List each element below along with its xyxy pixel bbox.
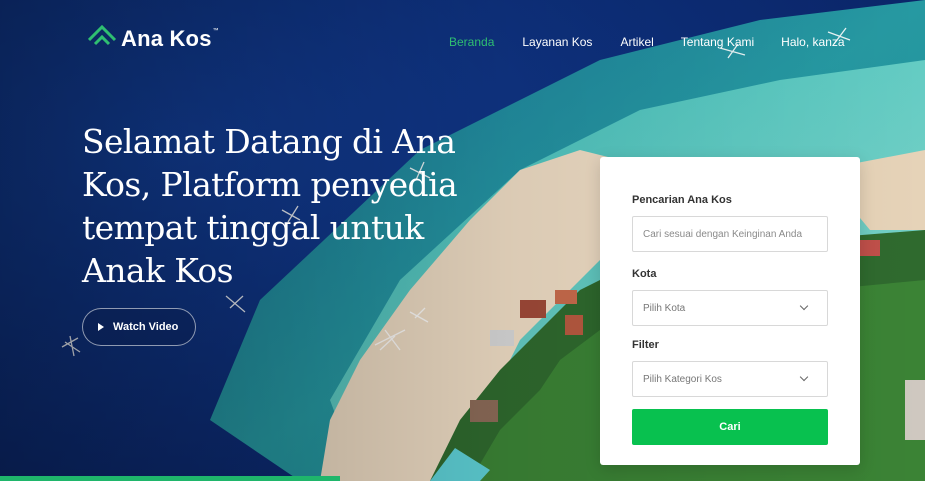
search-submit-button[interactable]: Cari: [632, 409, 828, 445]
search-input[interactable]: [643, 228, 817, 240]
chevron-down-icon: [799, 301, 809, 311]
bottom-accent-bar: [0, 476, 340, 481]
nav-layanan-kos[interactable]: Layanan Kos: [522, 34, 592, 50]
city-select-value: Pilih Kota: [643, 302, 686, 314]
nav-beranda[interactable]: Beranda: [449, 34, 494, 50]
main-nav: Beranda Layanan Kos Artikel Tentang Kami…: [449, 34, 845, 50]
brand-name: Ana Kos: [121, 26, 212, 51]
brand-logo[interactable]: Ana Kos ™: [88, 24, 219, 52]
filter-select[interactable]: Pilih Kategori Kos: [632, 361, 828, 397]
nav-user-greeting[interactable]: Halo, kanza: [781, 34, 844, 50]
city-select[interactable]: Pilih Kota: [632, 290, 828, 326]
filter-label: Filter: [632, 339, 659, 351]
nav-tentang-kami[interactable]: Tentang Kami: [681, 34, 754, 50]
nav-artikel[interactable]: Artikel: [620, 34, 653, 50]
filter-select-value: Pilih Kategori Kos: [643, 373, 722, 385]
watch-video-label: Watch Video: [113, 321, 179, 333]
search-field-wrapper: [632, 216, 828, 252]
play-icon: [98, 323, 104, 331]
search-card: Pencarian Ana Kos Kota Pilih Kota Filter…: [600, 157, 860, 465]
hero-title: Selamat Datang di Ana Kos, Platform peny…: [82, 122, 458, 290]
house-roof-icon: [88, 24, 117, 46]
chevron-down-icon: [799, 372, 809, 382]
top-navbar: Ana Kos ™ Beranda Layanan Kos Artikel Te…: [0, 0, 925, 84]
search-label: Pencarian Ana Kos: [632, 194, 732, 206]
watch-video-button[interactable]: Watch Video: [82, 308, 196, 346]
city-label: Kota: [632, 268, 657, 280]
brand-trademark: ™: [212, 28, 219, 34]
